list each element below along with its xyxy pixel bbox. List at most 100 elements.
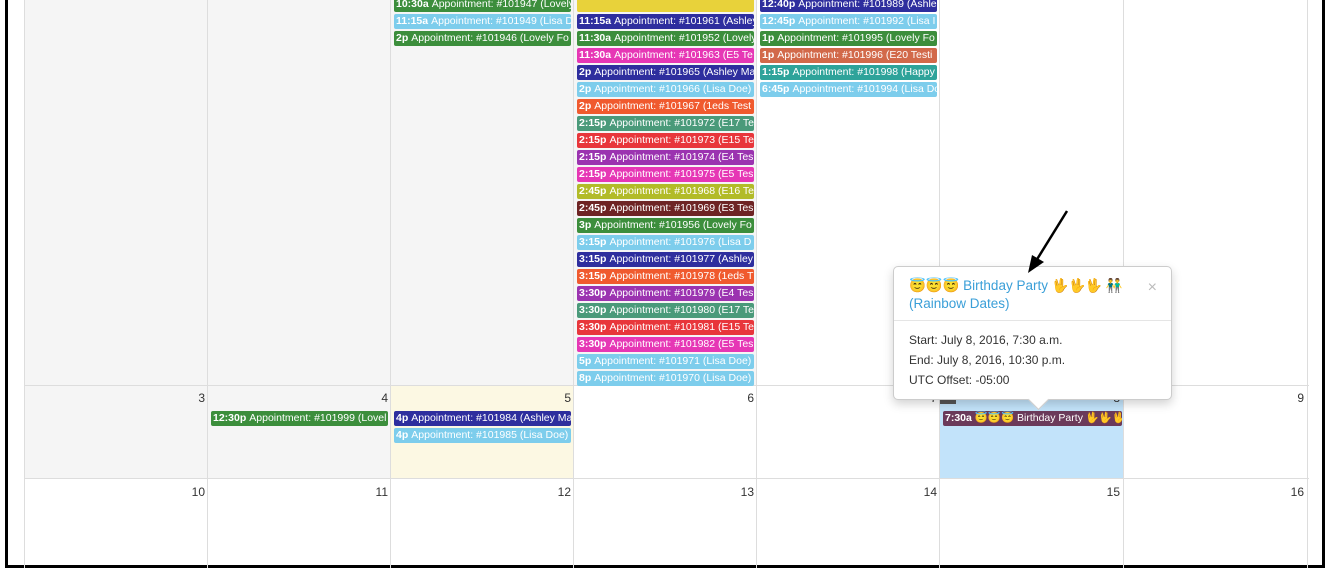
event-time: 1p	[762, 49, 775, 61]
event-time: 2:45p	[579, 185, 607, 197]
event-title: Appointment: #101996 (E20 Testi	[777, 49, 933, 61]
event-time: 2:15p	[579, 168, 607, 180]
event-time: 11:30a	[579, 32, 612, 44]
event-time: 12:40p	[762, 0, 796, 10]
calendar-event[interactable]: 2:15p Appointment: #101975 (E5 Tes	[577, 167, 754, 182]
event-time: 3:30p	[579, 321, 607, 333]
event-title: Appointment: #101968 (E16 Te	[609, 185, 754, 197]
event-time: 2:15p	[579, 134, 607, 146]
event-time: 2:15p	[579, 117, 607, 129]
event-time: 2p	[579, 83, 592, 95]
calendar-event[interactable]: 12:30p Appointment: #101999 (Lovel	[211, 411, 388, 426]
event-title: Appointment: #101995 (Lovely Fo	[777, 32, 935, 44]
popover-end: End: July 8, 2016, 10:30 p.m.	[909, 353, 1066, 367]
calendar-event[interactable]: 2:15p Appointment: #101974 (E4 Tes	[577, 150, 754, 165]
calendar-event[interactable]: 3:15p Appointment: #101978 (1eds T	[577, 269, 754, 284]
calendar-event[interactable]: 12:45p Appointment: #101992 (Lisa I	[760, 14, 937, 29]
popover-title-line2[interactable]: (Rainbow Dates)	[909, 295, 1134, 313]
calendar-event[interactable]: 3:30p Appointment: #101980 (E17 Te	[577, 303, 754, 318]
day-number[interactable]: 12	[541, 485, 571, 499]
calendar-event[interactable]: 3:30p Appointment: #101982 (E5 Tes	[577, 337, 754, 352]
event-time: 3:15p	[579, 236, 607, 248]
calendar-event[interactable]: 3:30p Appointment: #101979 (E4 Tes	[577, 286, 754, 301]
calendar-event[interactable]: 10:30a Appointment: #101947 (Lovely	[394, 0, 571, 12]
event-time: 4p	[396, 429, 409, 441]
popover-title-line1[interactable]: 😇😇😇 Birthday Party 🖖🖖🖖 👬	[909, 277, 1134, 295]
event-time: 4p	[396, 412, 409, 424]
calendar-event[interactable]: 3:15p Appointment: #101977 (Ashley	[577, 252, 754, 267]
event-time: 3:30p	[579, 304, 607, 316]
calendar-event[interactable]: 4p Appointment: #101985 (Lisa Doe)	[394, 428, 571, 443]
annotation-arrow-icon	[1028, 210, 1069, 273]
event-title: Appointment: #101966 (Lisa Doe)	[594, 83, 752, 95]
calendar-event[interactable]: 3p Appointment: #101956 (Lovely Fo	[577, 218, 754, 233]
popover-title[interactable]: 😇😇😇 Birthday Party 🖖🖖🖖 👬 (Rainbow Dates)	[909, 277, 1134, 313]
event-time: 2p	[396, 32, 409, 44]
event-time: 1:15p	[762, 66, 790, 78]
event-title: Appointment: #101977 (Ashley	[609, 253, 754, 265]
day-number[interactable]: 13	[724, 485, 754, 499]
calendar-event[interactable]: 11:30a Appointment: #101952 (Lovely	[577, 31, 754, 46]
event-time: 12:45p	[762, 15, 796, 27]
event-time: 10:30a	[396, 0, 429, 10]
calendar-event[interactable]: 2:15p Appointment: #101972 (E17 Te	[577, 116, 754, 131]
day-number[interactable]: 4	[358, 391, 388, 405]
calendar-event[interactable]: 6:45p Appointment: #101994 (Lisa Do	[760, 82, 937, 97]
calendar-event[interactable]: 11:15a Appointment: #101949 (Lisa D	[394, 14, 571, 29]
day-number[interactable]: 14	[907, 485, 937, 499]
event-title: Appointment: #101963 (E5 Te	[614, 49, 753, 61]
event-title: Appointment: #101992 (Lisa I	[798, 15, 936, 27]
calendar-event[interactable]: 2p Appointment: #101965 (Ashley Ma	[577, 65, 754, 80]
event-title: Appointment: #101947 (Lovely	[431, 0, 571, 10]
event-time: 2p	[579, 66, 592, 78]
event-title: Appointment: #101981 (E15 Te	[609, 321, 754, 333]
event-title: Appointment: #101980 (E17 Te	[609, 304, 754, 316]
calendar-event[interactable]: 1p Appointment: #101995 (Lovely Fo	[760, 31, 937, 46]
calendar-event[interactable]	[577, 0, 754, 12]
day-number[interactable]: 10	[175, 485, 205, 499]
calendar-event[interactable]: 2:45p Appointment: #101969 (E3 Tes	[577, 201, 754, 216]
day-number[interactable]: 15	[1090, 485, 1120, 499]
event-title: Appointment: #101974 (E4 Tes	[609, 151, 754, 163]
calendar-event[interactable]: 4p Appointment: #101984 (Ashley Ma	[394, 411, 571, 426]
day-number[interactable]: 3	[175, 391, 205, 405]
event-title: Appointment: #101965 (Ashley Ma	[594, 66, 754, 78]
event-title: Appointment: #101972 (E17 Te	[609, 117, 754, 129]
calendar-event[interactable]: 3:30p Appointment: #101981 (E15 Te	[577, 320, 754, 335]
calendar-event[interactable]: 5p Appointment: #101971 (Lisa Doe)	[577, 354, 754, 369]
popover-divider	[894, 320, 1171, 321]
close-icon[interactable]: ×	[1148, 279, 1157, 297]
event-time: 5p	[579, 355, 592, 367]
calendar-event[interactable]: 12:40p Appointment: #101989 (Ashle	[760, 0, 937, 12]
calendar-event[interactable]: 1p Appointment: #101996 (E20 Testi	[760, 48, 937, 63]
calendar-event[interactable]: 1:15p Appointment: #101998 (Happy	[760, 65, 937, 80]
calendar-event[interactable]: 11:15a Appointment: #101961 (Ashley	[577, 14, 754, 29]
event-time: 3:15p	[579, 270, 607, 282]
calendar-event[interactable]: 2p Appointment: #101946 (Lovely Fo	[394, 31, 571, 46]
calendar-event[interactable]: 11:30a Appointment: #101963 (E5 Te	[577, 48, 754, 63]
event-title: Appointment: #101982 (E5 Tes	[609, 338, 754, 350]
event-time: 6:45p	[762, 83, 790, 95]
calendar-event[interactable]: 3:15p Appointment: #101976 (Lisa D	[577, 235, 754, 250]
calendar-event[interactable]: 7:30a😇😇😇 Birthday Party 🖖🖖🖖 👬	[943, 411, 1122, 426]
event-popover: 😇😇😇 Birthday Party 🖖🖖🖖 👬 (Rainbow Dates)…	[893, 266, 1172, 411]
calendar-event[interactable]: 2p Appointment: #101967 (1eds Test	[577, 99, 754, 114]
event-time: 3:15p	[579, 253, 607, 265]
day-number[interactable]: 11	[358, 485, 388, 499]
event-time: 3:30p	[579, 338, 607, 350]
calendar-event[interactable]: 2:45p Appointment: #101968 (E16 Te	[577, 184, 754, 199]
day-number[interactable]: 16	[1274, 485, 1304, 499]
event-title: Appointment: #101973 (E15 Te	[609, 134, 754, 146]
popover-utc-offset: UTC Offset: -05:00	[909, 373, 1010, 387]
event-title: Appointment: #101998 (Happy	[792, 66, 935, 78]
event-title: Appointment: #101969 (E3 Tes	[609, 202, 754, 214]
event-title: Appointment: #101946 (Lovely Fo	[411, 32, 569, 44]
event-title: 😇😇😇 Birthday Party 🖖🖖🖖 👬	[974, 412, 1122, 424]
event-time: 12:30p	[213, 412, 247, 424]
day-number[interactable]: 9	[1274, 391, 1304, 405]
day-number[interactable]: 5	[541, 391, 571, 405]
day-number[interactable]: 6	[724, 391, 754, 405]
calendar-event[interactable]: 2p Appointment: #101966 (Lisa Doe)	[577, 82, 754, 97]
calendar-event[interactable]: 2:15p Appointment: #101973 (E15 Te	[577, 133, 754, 148]
calendar-event[interactable]: 8p Appointment: #101970 (Lisa Doe)	[577, 371, 754, 386]
